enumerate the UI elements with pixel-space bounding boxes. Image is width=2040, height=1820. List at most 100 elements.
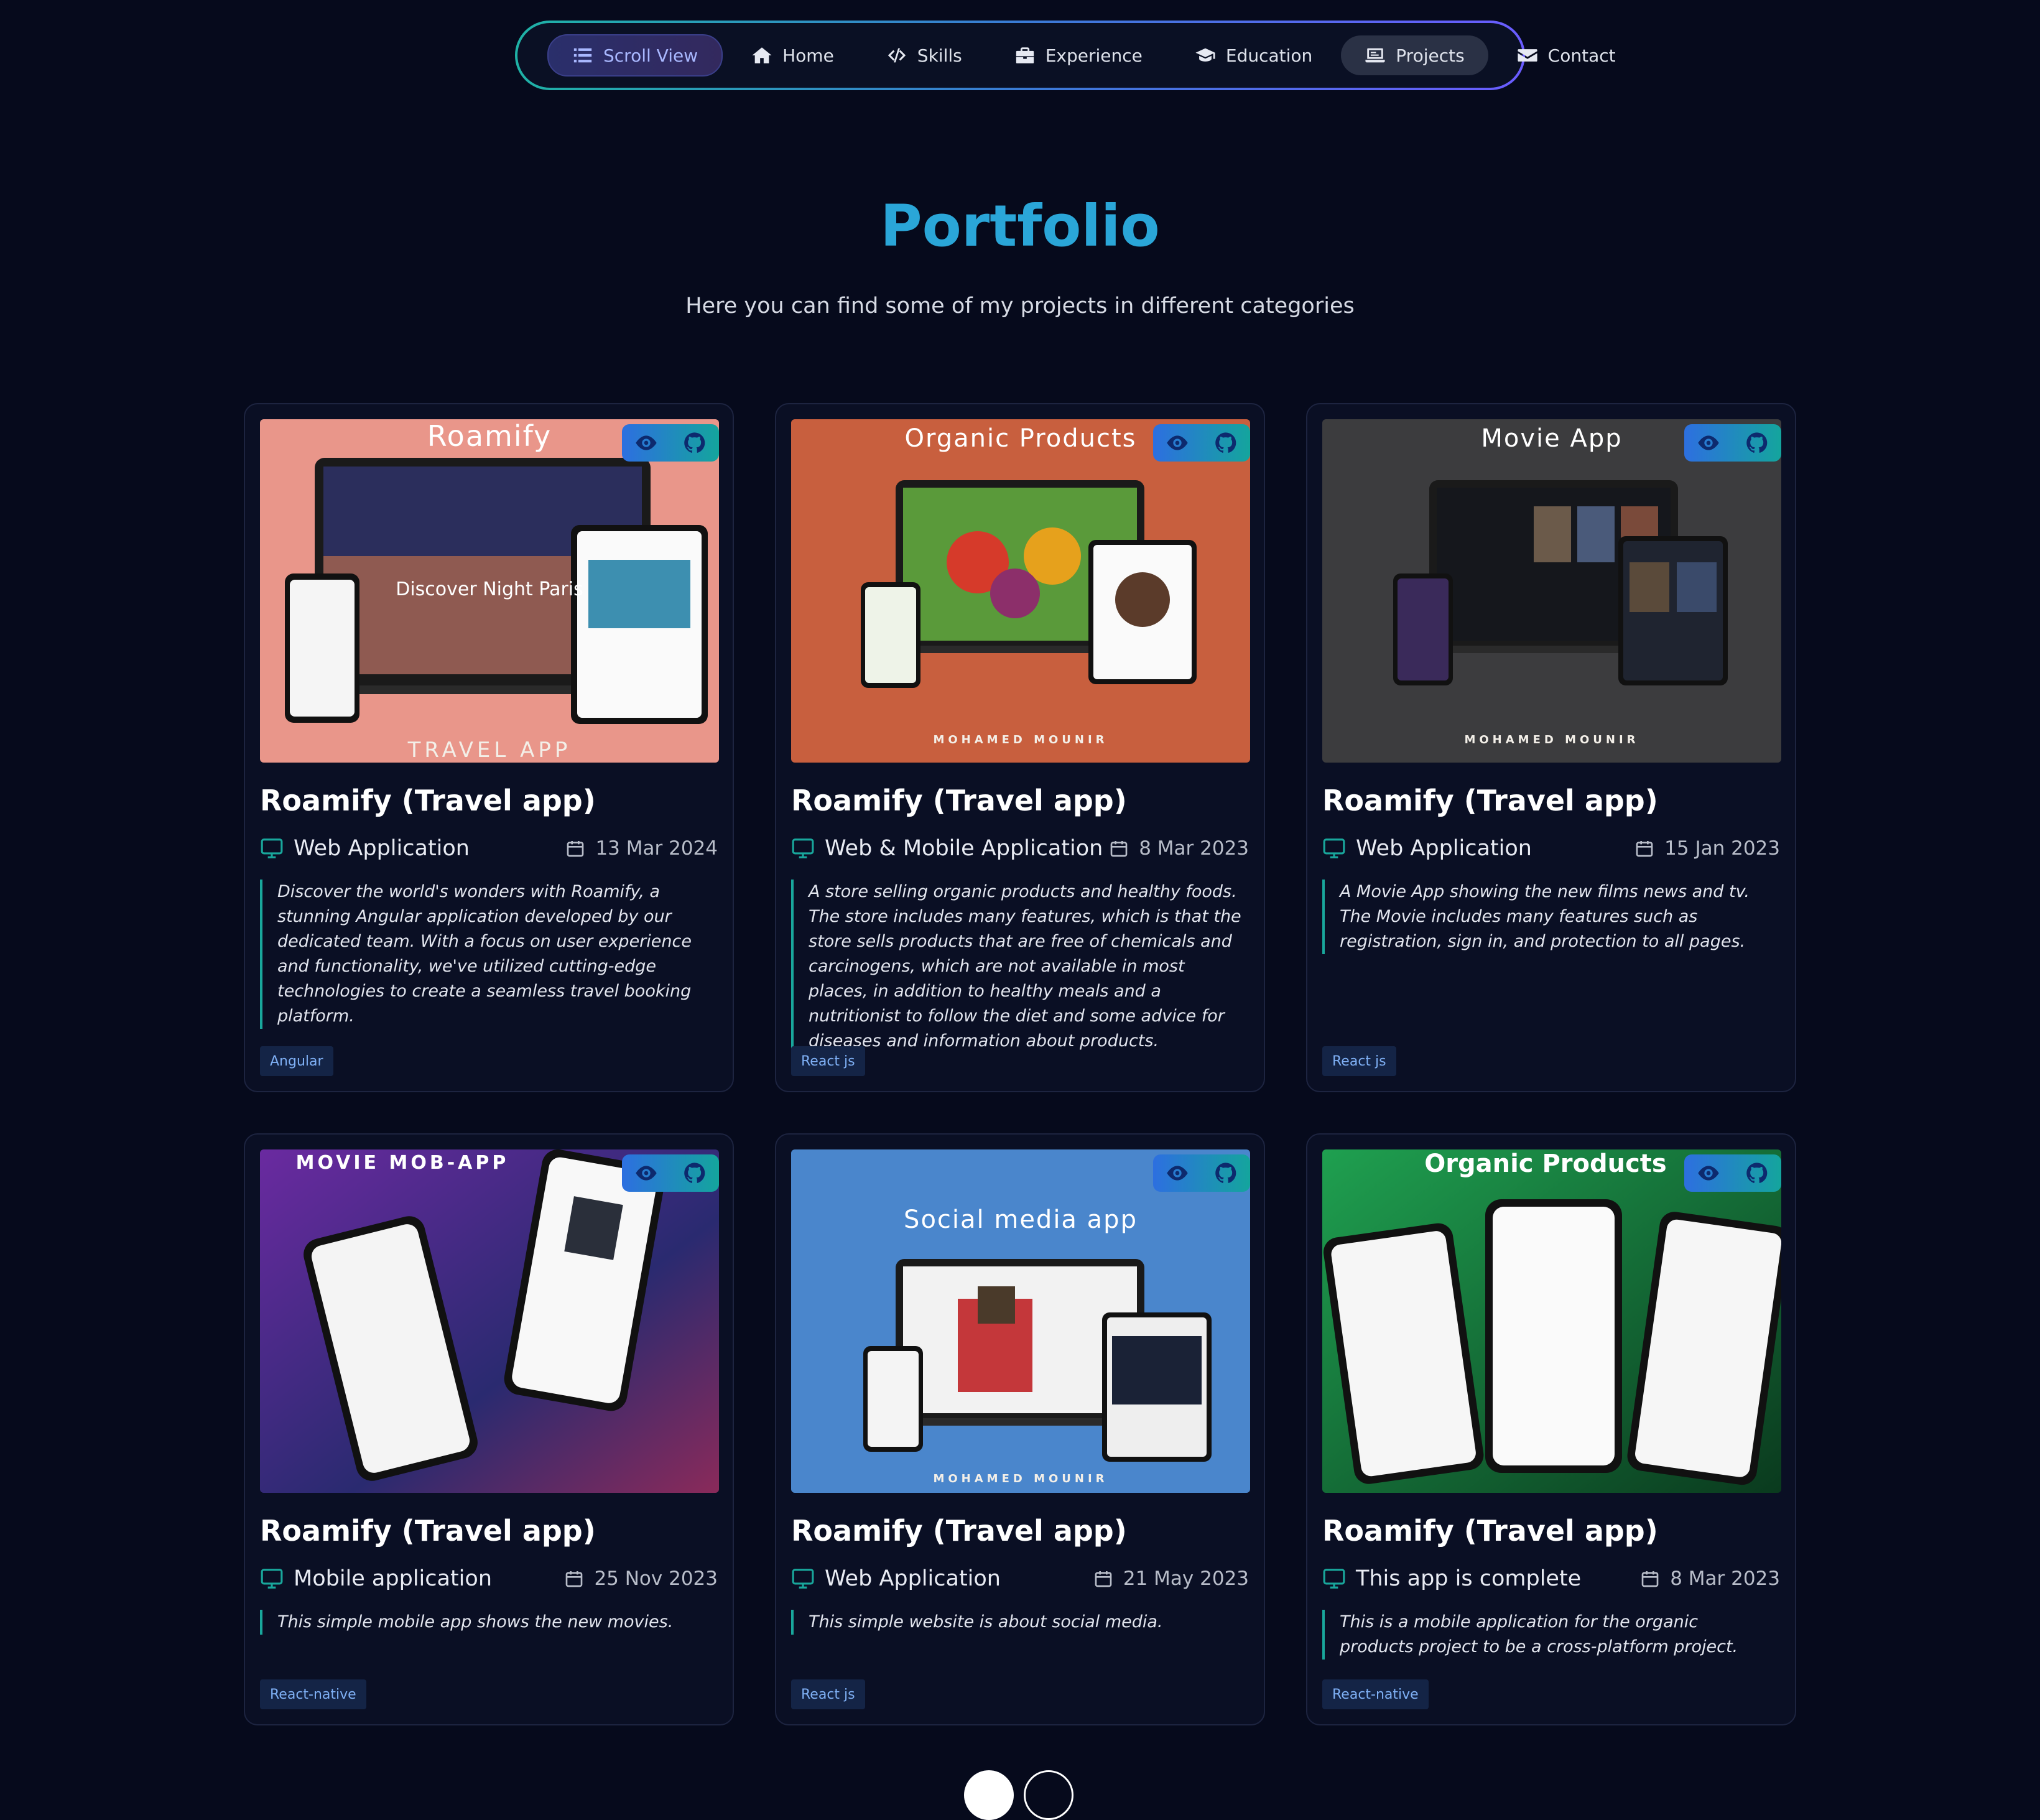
github-icon[interactable] [682,1161,707,1186]
nav-label: Education [1225,45,1313,66]
thumbnail-actions [1684,1154,1781,1192]
project-category: Mobile application [260,1566,492,1591]
category-label: Web & Mobile Application [825,836,1103,861]
monitor-icon [261,838,283,858]
project-thumbnail[interactable]: Roamify Discover Night Paris TRAVEL APP [260,419,719,763]
category-label: Web Application [825,1566,1001,1591]
project-card[interactable]: Organic Products Roamify (Travel app) Th… [1306,1133,1796,1725]
project-title: Roamify (Travel app) [260,784,596,817]
laptop-icon [1365,48,1385,63]
home-icon [752,47,772,63]
project-thumbnail[interactable]: MOVIE MOB-APP [260,1149,719,1493]
project-thumbnail[interactable]: Organic Products MOHAMED MOUNIR [791,419,1250,763]
project-description: This is a mobile application for the org… [1322,1610,1776,1660]
nav-contact[interactable]: Contact [1493,35,1639,75]
date-label: 8 Mar 2023 [1139,837,1249,860]
eye-icon[interactable] [634,430,659,455]
top-nav: Scroll View Home Skills Experience Educa… [515,21,1616,90]
nav-projects[interactable]: Projects [1341,35,1488,75]
devices-mockup-image [260,1149,719,1493]
tech-tag: React js [791,1046,865,1076]
project-meta: Web Application 13 Mar 2024 [260,833,718,863]
project-card[interactable]: Organic Products MOHAMED MOUNIR Roamify … [775,403,1265,1092]
project-card[interactable]: Roamify Discover Night Paris TRAVEL APP … [244,403,734,1092]
eye-icon[interactable] [1696,1161,1721,1186]
monitor-icon [1323,838,1345,858]
nav-label: Experience [1045,45,1143,66]
calendar-icon [566,1571,583,1587]
category-label: Mobile application [294,1566,492,1591]
thumbnail-actions [622,424,719,462]
project-category: Web Application [791,1566,1001,1591]
calendar-icon [1641,1571,1659,1587]
tech-tag: React-native [1322,1679,1429,1709]
nav-experience[interactable]: Experience [991,35,1166,75]
eye-icon[interactable] [1165,430,1190,455]
eye-icon[interactable] [1696,430,1721,455]
thumbnail-caption: MOVIE MOB-APP [295,1152,509,1174]
calendar-icon [1095,1571,1112,1587]
project-description: This simple website is about social medi… [791,1610,1245,1635]
thumbnail-caption: Social media app [904,1205,1138,1234]
devices-mockup-image [1322,1149,1781,1493]
date-label: 25 Nov 2023 [594,1567,718,1590]
project-category: Web Application [1322,836,1532,861]
tech-tag: React js [791,1679,865,1709]
nav-scroll-view[interactable]: Scroll View [547,34,723,77]
project-thumbnail[interactable]: Social media app MOHAMED MOUNIR [791,1149,1250,1493]
nav-label: Home [782,45,834,66]
nav-label: Projects [1396,45,1465,66]
thumbnail-actions [1684,424,1781,462]
project-meta: Web Application 15 Jan 2023 [1322,833,1780,863]
project-meta: Web Application 21 May 2023 [791,1564,1249,1594]
nav-label: Contact [1547,45,1616,66]
project-category: Web & Mobile Application [791,836,1103,861]
github-icon[interactable] [1213,430,1238,455]
project-card[interactable]: Movie App MOHAMED MOUNIR Roamify (Travel… [1306,403,1796,1092]
nav-label: Skills [917,45,962,66]
graduation-cap-icon [1195,48,1215,62]
github-icon[interactable] [1745,1161,1769,1186]
project-description: This simple mobile app shows the new mov… [260,1610,714,1635]
github-icon[interactable] [1745,430,1769,455]
project-date: 8 Mar 2023 [1640,1567,1780,1590]
thumbnail-actions [622,1154,719,1192]
category-label: Web Application [1356,836,1532,861]
nav-education[interactable]: Education [1171,35,1336,75]
tech-tag: Angular [260,1046,333,1076]
project-thumbnail[interactable]: Organic Products [1322,1149,1781,1493]
project-thumbnail[interactable]: Movie App MOHAMED MOUNIR [1322,419,1781,763]
date-label: 13 Mar 2024 [595,837,718,860]
tech-tag: React js [1322,1046,1396,1076]
monitor-icon [261,1569,283,1589]
monitor-icon [792,838,814,858]
date-label: 21 May 2023 [1123,1567,1249,1590]
project-title: Roamify (Travel app) [791,1514,1127,1548]
page-title: Portfolio [880,193,1160,259]
calendar-icon [1110,841,1128,857]
thumbnail-tagline: Discover Night Paris [396,578,583,600]
project-date: 8 Mar 2023 [1109,837,1249,860]
project-title: Roamify (Travel app) [1322,1514,1658,1548]
category-label: Web Application [294,836,470,861]
pagination-dot-active[interactable] [964,1770,1014,1820]
project-description: A Movie App showing the new films news a… [1322,880,1776,954]
project-card[interactable]: Social media app MOHAMED MOUNIR Roamify … [775,1133,1265,1725]
nav-skills[interactable]: Skills [863,35,986,75]
eye-icon[interactable] [1165,1161,1190,1186]
calendar-icon [1636,841,1653,857]
date-label: 15 Jan 2023 [1664,837,1780,860]
thumbnail-actions [1153,1154,1250,1192]
github-icon[interactable] [682,430,707,455]
project-card[interactable]: MOVIE MOB-APP Roamify (Travel app) Mobil… [244,1133,734,1725]
monitor-icon [792,1569,814,1589]
code-icon [888,48,906,63]
pagination-dot[interactable] [1024,1770,1073,1820]
github-icon[interactable] [1213,1161,1238,1186]
eye-icon[interactable] [634,1161,659,1186]
date-label: 8 Mar 2023 [1670,1567,1780,1590]
nav-home[interactable]: Home [728,35,858,75]
devices-mockup-image [791,1149,1250,1493]
calendar-icon [567,841,584,857]
nav-label: Scroll View [603,45,698,66]
